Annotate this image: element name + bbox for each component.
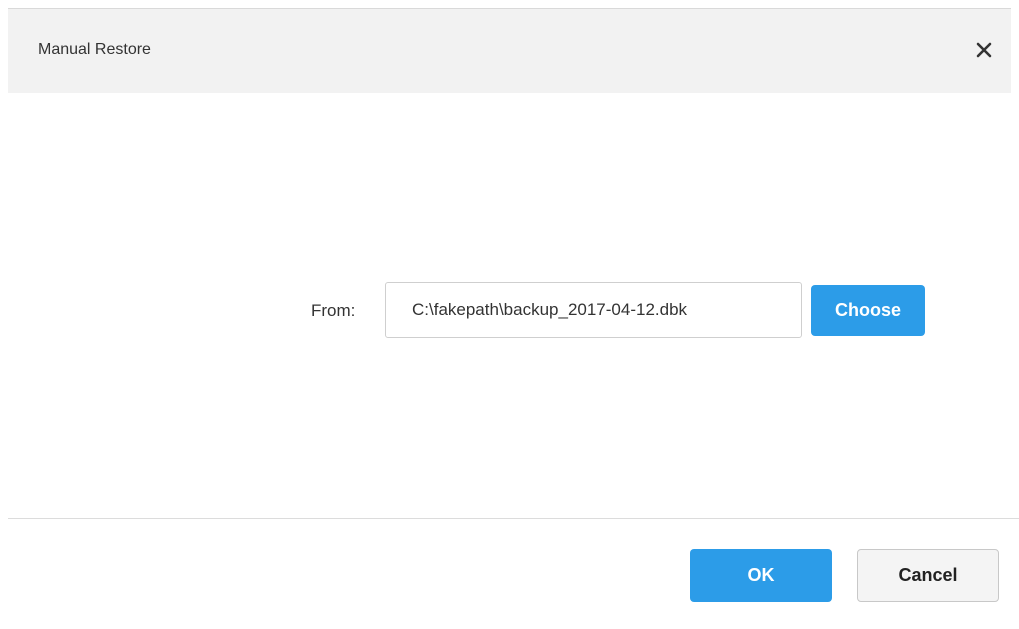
ok-button[interactable]: OK: [690, 549, 832, 602]
manual-restore-dialog: Manual Restore From: C:\fakepath\backup_…: [0, 0, 1019, 629]
cancel-button[interactable]: Cancel: [857, 549, 999, 602]
dialog-title: Manual Restore: [38, 41, 151, 58]
choose-button[interactable]: Choose: [811, 285, 925, 336]
dialog-header: Manual Restore: [8, 8, 1011, 93]
from-row: From: C:\fakepath\backup_2017-04-12.dbk …: [0, 282, 1019, 338]
from-label: From:: [311, 301, 356, 320]
close-icon: [976, 42, 992, 58]
file-path-input[interactable]: C:\fakepath\backup_2017-04-12.dbk: [385, 282, 802, 338]
close-button[interactable]: [973, 39, 995, 61]
footer-divider: [8, 518, 1019, 519]
